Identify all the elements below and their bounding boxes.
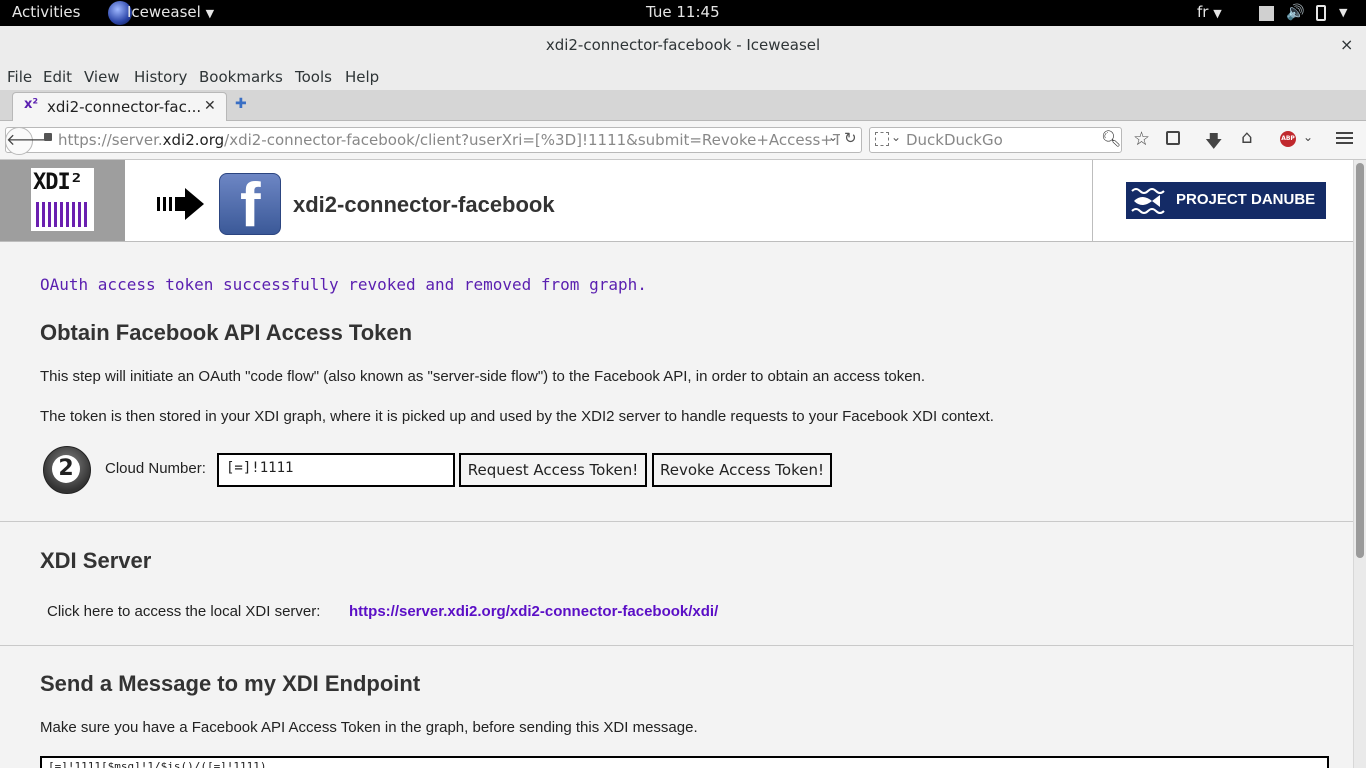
xdi-server-link[interactable]: https://server.xdi2.org/xdi2-connector-f… xyxy=(349,603,718,620)
app-menu-label: Iceweasel xyxy=(127,3,201,21)
back-arrow-icon[interactable]: 🡐 xyxy=(5,127,49,155)
cloud-number-label: Cloud Number: xyxy=(105,460,206,477)
section-heading-send-message: Send a Message to my XDI Endpoint xyxy=(40,671,421,696)
section-divider xyxy=(0,521,1353,522)
xdi2-logo-text: XDI² xyxy=(33,170,83,195)
url-bar[interactable]: 🡐 https://server.xdi2.org/xdi2-connector… xyxy=(5,127,862,155)
revoke-access-token-button[interactable]: Revoke Access Token! xyxy=(652,453,832,487)
danube-logo-text: PROJECT DANUBE xyxy=(1176,191,1316,208)
keyboard-layout-indicator[interactable]: fr ▼ xyxy=(1197,3,1222,21)
window-titlebar: xdi2-connector-facebook - Iceweasel × xyxy=(0,26,1366,64)
home-icon[interactable]: ⌂ xyxy=(1241,127,1252,148)
menu-help[interactable]: Help xyxy=(345,68,379,86)
reading-list-icon[interactable] xyxy=(1166,131,1180,145)
system-menu-chevron-icon[interactable]: ▼ xyxy=(1339,6,1347,19)
url-path: /xdi2-connector-facebook/client?userXri=… xyxy=(224,131,840,149)
danube-fish-icon xyxy=(1131,188,1165,214)
window-close-icon[interactable]: × xyxy=(1340,35,1353,54)
navigation-bar: 🡐 https://server.xdi2.org/xdi2-connector… xyxy=(0,121,1366,160)
xdi-message-text: [=]!1111[$msg]!1/$is()/([=]!1111) xyxy=(48,760,267,768)
page-title: xdi2-connector-facebook xyxy=(293,192,555,217)
battery-icon[interactable] xyxy=(1316,5,1326,21)
send-message-text: Make sure you have a Facebook API Access… xyxy=(40,719,698,736)
menu-history[interactable]: History xyxy=(134,68,187,86)
xdi2-logo-bars-icon xyxy=(36,202,90,227)
clock[interactable]: Tue 11:45 xyxy=(646,3,720,21)
chevron-down-icon: ▼ xyxy=(1213,7,1222,20)
bookmark-star-icon[interactable]: ☆ xyxy=(1133,128,1150,150)
url-domain: xdi2.org xyxy=(162,131,225,149)
cloud-number-input[interactable]: [=]!1111 xyxy=(217,453,455,487)
app-menu-button[interactable]: Iceweasel ▼ xyxy=(127,3,214,21)
menu-edit[interactable]: Edit xyxy=(43,68,72,86)
project-danube-logo[interactable]: PROJECT DANUBE xyxy=(1126,182,1326,219)
facebook-logo-icon[interactable]: f xyxy=(219,171,281,240)
new-tab-icon[interactable]: ✚ xyxy=(235,96,247,112)
gnome-top-bar: Activities Iceweasel ▼ Tue 11:45 fr ▼ 🔊 … xyxy=(0,0,1366,26)
search-input[interactable]: DuckDuckGo xyxy=(906,131,1003,149)
search-engine-icon[interactable] xyxy=(875,132,889,146)
window-indicator-icon[interactable] xyxy=(1259,6,1274,21)
xdi2-logo-panel: XDI² xyxy=(0,160,125,241)
adblock-plus-icon[interactable]: ABP xyxy=(1280,131,1296,147)
url-text: https://server.xdi2.org/xdi2-connector-f… xyxy=(58,131,840,149)
chevron-down-icon: ▼ xyxy=(205,7,215,20)
request-access-token-button[interactable]: Request Access Token! xyxy=(459,453,647,487)
hamburger-menu-icon[interactable] xyxy=(1336,132,1353,134)
xdi-server-text: Click here to access the local XDI serve… xyxy=(47,603,321,620)
url-history-dropdown-icon[interactable]: ⌄ xyxy=(828,130,838,144)
section-divider xyxy=(0,645,1353,646)
lock-icon xyxy=(44,133,52,141)
oauth-logo-number: 2 xyxy=(52,455,80,483)
page-content: XDI² f xdi2-connector-facebook PROJECT D… xyxy=(0,160,1353,768)
header-divider xyxy=(1092,160,1093,241)
oauth-description-1: This step will initiate an OAuth "code f… xyxy=(40,368,926,385)
search-icon[interactable]: 🔍︎ xyxy=(1101,129,1121,148)
tab-title: xdi2-connector-fac... xyxy=(47,98,202,116)
menu-bar: File Edit View History Bookmarks Tools H… xyxy=(0,63,1366,90)
keyboard-layout-label: fr xyxy=(1197,3,1209,21)
chevron-down-icon[interactable]: ⌄ xyxy=(891,130,901,144)
menu-bookmarks[interactable]: Bookmarks xyxy=(199,68,283,86)
menu-file[interactable]: File xyxy=(7,68,32,86)
reload-icon[interactable]: ↻ xyxy=(844,129,857,147)
window-title: xdi2-connector-facebook - Iceweasel xyxy=(545,36,821,54)
tab-close-icon[interactable]: ✕ xyxy=(204,98,216,114)
xdi-favicon-icon: x² xyxy=(24,97,39,112)
facebook-logo-letter: f xyxy=(240,171,261,240)
chevron-down-icon[interactable]: ⌄ xyxy=(1303,130,1313,144)
oauth-description-2: The token is then stored in your XDI gra… xyxy=(40,408,994,425)
tab-xdi2-connector-facebook[interactable]: x² xdi2-connector-fac... ✕ xyxy=(12,92,227,122)
menu-tools[interactable]: Tools xyxy=(295,68,332,86)
search-box[interactable]: ⌄ DuckDuckGo 🔍︎ xyxy=(869,127,1122,153)
scrollbar-thumb[interactable] xyxy=(1356,163,1364,558)
activities-button[interactable]: Activities xyxy=(12,3,80,21)
url-prefix: https://server. xyxy=(58,131,163,149)
xdi-message-textarea[interactable]: [=]!1111[$msg]!1/$is()/([=]!1111) xyxy=(40,756,1329,768)
volume-icon[interactable]: 🔊 xyxy=(1286,3,1305,21)
arrow-right-icon xyxy=(157,188,204,220)
oauth-logo-icon: 2 xyxy=(43,446,91,494)
cloud-number-value: [=]!1111 xyxy=(226,460,294,476)
xdi2-logo[interactable]: XDI² xyxy=(31,168,94,231)
menu-view[interactable]: View xyxy=(84,68,120,86)
section-heading-oauth: Obtain Facebook API Access Token xyxy=(40,320,413,345)
download-arrow-icon[interactable]: 🡇 xyxy=(1205,129,1222,158)
section-heading-xdi-server: XDI Server xyxy=(40,548,152,573)
status-message: OAuth access token successfully revoked … xyxy=(40,275,647,294)
